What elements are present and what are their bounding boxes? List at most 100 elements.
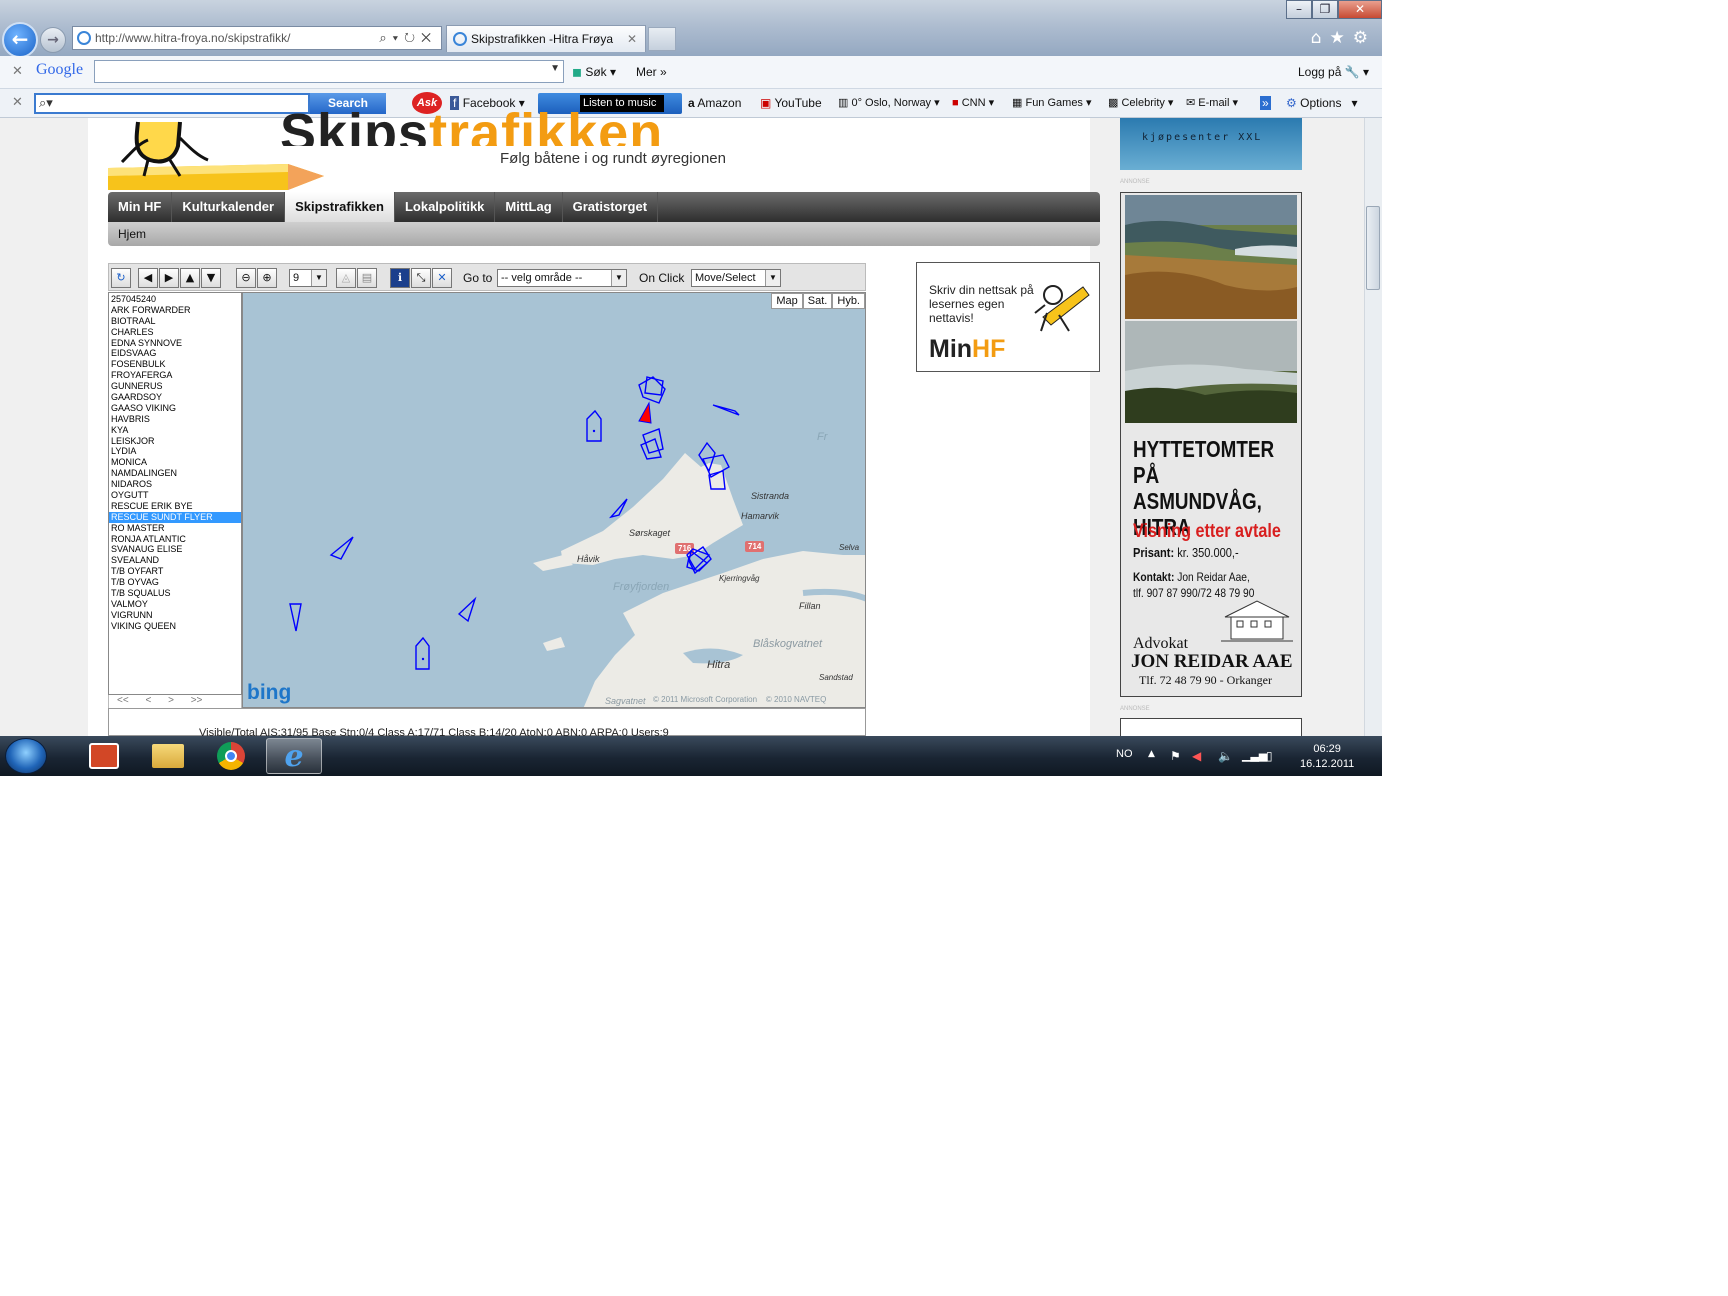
- selected-ship-marker[interactable]: [638, 401, 652, 424]
- ship-list-item[interactable]: FOSENBULK: [109, 359, 241, 370]
- map-type-satellite[interactable]: Sat.: [802, 293, 833, 309]
- more-button[interactable]: Mer »: [636, 65, 667, 79]
- browser-tab[interactable]: Skipstrafikken -Hitra Frøya ✕: [446, 25, 646, 52]
- clock[interactable]: 06:29 16.12.2011: [1300, 742, 1354, 772]
- back-button[interactable]: ←: [2, 22, 38, 58]
- maximize-button[interactable]: ❐: [1312, 0, 1338, 19]
- address-controls-icon[interactable]: ⌕▾↻✕: [379, 27, 437, 49]
- ship-list-item[interactable]: VALMOY: [109, 599, 241, 610]
- ship-list-item[interactable]: T/B OYVAG: [109, 577, 241, 588]
- close-toolbar-icon[interactable]: ✕: [12, 95, 23, 110]
- measure-icon[interactable]: ◬: [336, 268, 356, 288]
- explorer-taskbar-icon[interactable]: [140, 738, 196, 774]
- map-type-hybrid[interactable]: Hyb.: [832, 293, 865, 309]
- powerpoint-taskbar-icon[interactable]: [76, 738, 132, 774]
- ship-marker[interactable]: [608, 498, 628, 519]
- ship-list-item[interactable]: ARK FORWARDER: [109, 305, 241, 316]
- nav-mittlag[interactable]: MittLag: [495, 192, 563, 222]
- ship-list-item[interactable]: EIDSVAAG: [109, 348, 241, 359]
- email-button[interactable]: ✉ E-mail ▾: [1186, 96, 1238, 109]
- zoom-out-icon[interactable]: ⊖: [236, 268, 256, 288]
- ship-list-item[interactable]: EDNA SYNNOVE: [109, 338, 241, 349]
- cnn-button[interactable]: ■ CNN ▾: [952, 96, 994, 109]
- alert-icon[interactable]: ◀: [1192, 749, 1201, 763]
- pan-down-icon[interactable]: ▼: [201, 268, 221, 288]
- ship-marker[interactable]: [712, 404, 740, 416]
- chevron-down-icon[interactable]: ▼: [550, 63, 560, 74]
- map-type-map[interactable]: Map: [771, 293, 803, 309]
- ship-list-item[interactable]: RONJA ATLANTIC: [109, 534, 241, 545]
- ship-list-pager[interactable]: << < > >>: [108, 695, 242, 709]
- nav-min-hf[interactable]: Min HF: [108, 192, 173, 222]
- google-search-input[interactable]: ▼: [94, 60, 564, 83]
- facebook-button[interactable]: f Facebook ▾: [450, 96, 525, 110]
- pan-right-icon[interactable]: ▶: [159, 268, 179, 288]
- forward-button[interactable]: →: [40, 27, 66, 53]
- pan-left-icon[interactable]: ◀: [138, 268, 158, 288]
- ie-taskbar-icon[interactable]: e: [266, 738, 322, 774]
- celebrity-button[interactable]: ▩ Celebrity ▾: [1108, 96, 1173, 109]
- more-toolbar-items-icon[interactable]: »: [1260, 96, 1271, 110]
- nav-skipstrafikken[interactable]: Skipstrafikken: [285, 192, 395, 222]
- cabin-plots-ad[interactable]: HYTTETOMTER PÅ ASMUNDVÅG, HITRA Visning …: [1120, 192, 1302, 697]
- new-tab-button[interactable]: [648, 27, 676, 51]
- ship-list-item[interactable]: NIDAROS: [109, 479, 241, 490]
- ship-marker[interactable]: [642, 428, 664, 454]
- breadcrumb-home-link[interactable]: Hjem: [118, 227, 146, 241]
- close-toolbar-icon[interactable]: ✕: [12, 64, 23, 79]
- ship-list-item[interactable]: VIGRUNN: [109, 610, 241, 621]
- ship-list-item[interactable]: LYDIA: [109, 446, 241, 457]
- youtube-button[interactable]: ▣ YouTube: [760, 96, 822, 110]
- ship-list-item[interactable]: GAASO VIKING: [109, 403, 241, 414]
- ship-marker[interactable]: [415, 636, 430, 670]
- ship-list-item[interactable]: KYA: [109, 425, 241, 436]
- ship-marker[interactable]: [457, 596, 477, 623]
- ship-list-item[interactable]: OYGUTT: [109, 490, 241, 501]
- ship-list-item[interactable]: T/B OYFART: [109, 566, 241, 577]
- google-search-button[interactable]: ◼ Søk ▾: [572, 65, 616, 79]
- info-icon[interactable]: ℹ: [390, 268, 410, 288]
- zoom-level-select[interactable]: 9 ▼: [289, 269, 327, 287]
- power-icon[interactable]: ▯: [1266, 749, 1273, 763]
- login-button[interactable]: Logg på 🔧 ▾: [1298, 65, 1369, 79]
- ship-list-item[interactable]: 257045240: [109, 294, 241, 305]
- amazon-button[interactable]: a Amazon: [688, 96, 741, 110]
- track-icon[interactable]: ▤: [357, 268, 377, 288]
- onclick-mode-select[interactable]: Move/Select ▼: [691, 269, 781, 287]
- ship-list-item[interactable]: RESCUE SUNDT FLYER: [109, 511, 241, 523]
- ship-list-item[interactable]: GAARDSOY: [109, 392, 241, 403]
- ship-list-item[interactable]: LEISKJOR: [109, 436, 241, 447]
- close-tab-icon[interactable]: ✕: [627, 26, 637, 52]
- zoom-in-icon[interactable]: ⊕: [257, 268, 277, 288]
- ship-list-item[interactable]: MONICA: [109, 457, 241, 468]
- scrollbar-thumb[interactable]: [1366, 206, 1380, 290]
- ship-map[interactable]: Sørskaget Håvik Frøyfjorden Sistranda Hamarv…: [242, 292, 866, 708]
- nav-gratistorget[interactable]: Gratistorget: [563, 192, 659, 222]
- ship-list-item[interactable]: BIOTRAAL: [109, 316, 241, 327]
- ship-list-item[interactable]: GUNNERUS: [109, 381, 241, 392]
- language-indicator[interactable]: NO: [1116, 748, 1133, 760]
- address-bar[interactable]: http://www.hitra-froya.no/skipstrafikk/ …: [72, 26, 442, 50]
- refresh-icon[interactable]: ↻: [111, 268, 131, 288]
- options-button[interactable]: ⚙ Options ▾: [1286, 96, 1358, 110]
- ship-marker[interactable]: [329, 536, 354, 560]
- show-hidden-icons[interactable]: ▲: [1148, 749, 1155, 759]
- volume-muted-icon[interactable]: 🔈: [1218, 749, 1233, 763]
- minhf-ad[interactable]: Skriv din nettsak på lesernes egen netta…: [916, 262, 1100, 372]
- ship-list-item[interactable]: CHARLES: [109, 327, 241, 338]
- ship-marker[interactable]: [289, 603, 302, 632]
- ship-list-item[interactable]: HAVBRIS: [109, 414, 241, 425]
- ship-list[interactable]: 257045240 ARK FORWARDER BIOTRAAL CHARLES EDN…: [108, 292, 242, 695]
- ship-list-item[interactable]: T/B SQUALUS: [109, 588, 241, 599]
- ship-list-item[interactable]: RO MASTER: [109, 523, 241, 534]
- mall-ad[interactable]: kjøpesenter XXL: [1120, 118, 1302, 170]
- ship-list-item[interactable]: VIKING QUEEN: [109, 621, 241, 632]
- goto-area-select[interactable]: -- velg område -- ▼: [497, 269, 627, 287]
- action-center-flag-icon[interactable]: ⚑: [1170, 749, 1181, 763]
- chrome-taskbar-icon[interactable]: [203, 738, 259, 774]
- close-window-button[interactable]: ✕: [1338, 0, 1382, 19]
- ship-marker[interactable]: [640, 438, 662, 460]
- ship-list-item[interactable]: NAMDALINGEN: [109, 468, 241, 479]
- ask-search-input[interactable]: ⌕▾: [34, 93, 310, 114]
- nav-kulturkalender[interactable]: Kulturkalender: [172, 192, 286, 222]
